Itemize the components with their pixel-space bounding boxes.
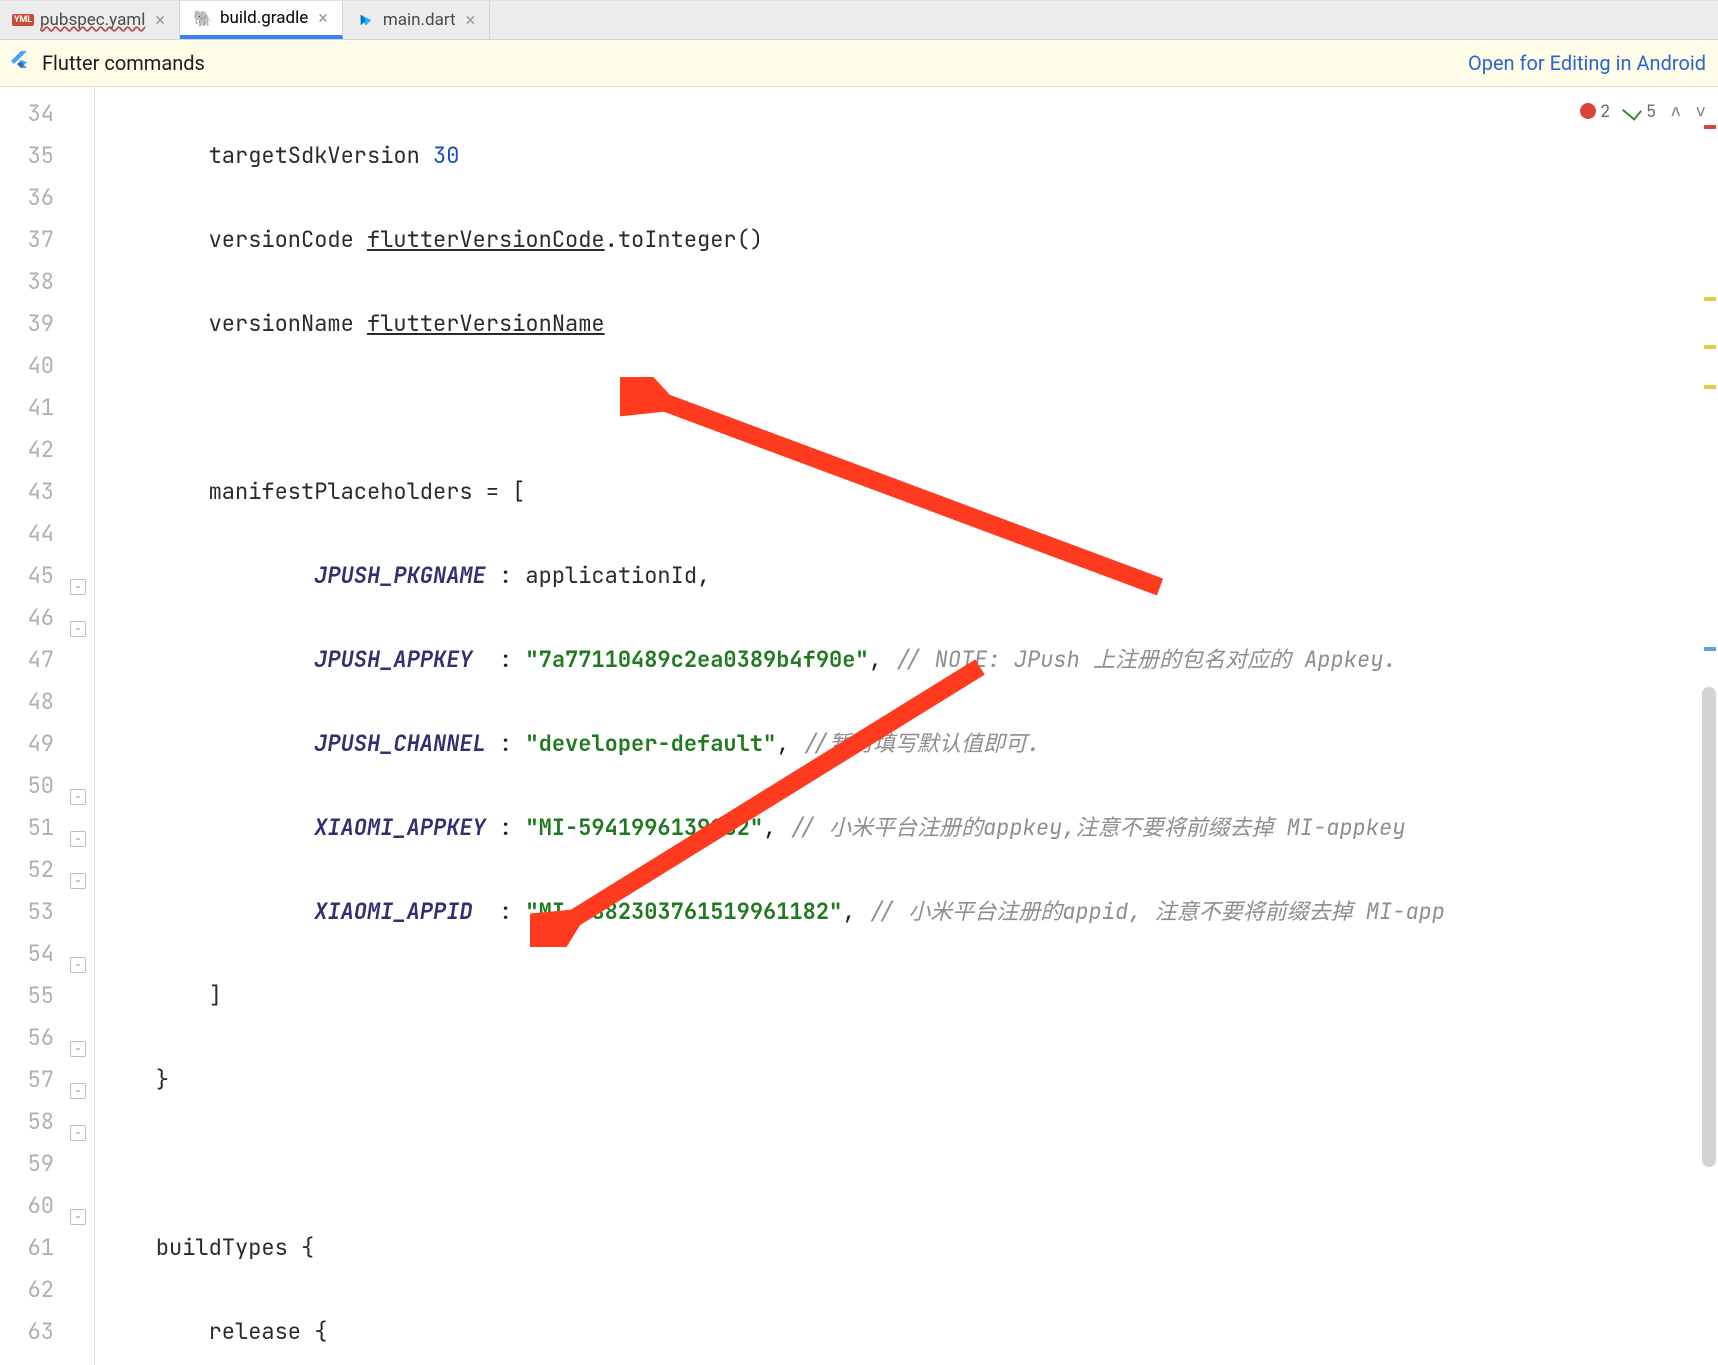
yaml-file-icon: YML: [14, 11, 32, 29]
code-text: .toInteger(): [605, 225, 763, 254]
tab-label: pubspec.yaml: [40, 10, 145, 30]
line-number: 58: [0, 1101, 64, 1143]
fold-toggle-icon[interactable]: −: [70, 831, 86, 847]
code-text: versionName: [209, 309, 367, 338]
line-number: 42: [0, 429, 64, 471]
warning-marker[interactable]: [1704, 385, 1716, 389]
tab-label: build.gradle: [220, 8, 308, 28]
code-text: buildTypes: [156, 1233, 301, 1262]
info-marker[interactable]: [1704, 647, 1716, 651]
fold-column: − − − − − − − − − −: [64, 87, 95, 1365]
map-key: JPUSH_CHANNEL: [314, 729, 486, 758]
tab-build-gradle[interactable]: 🐘 build.gradle ×: [180, 1, 343, 39]
code-content[interactable]: targetSdkVersion 30 versionCode flutterV…: [95, 87, 1718, 1365]
line-number-gutter: 3435363738394041424344454647484950515253…: [0, 87, 64, 1365]
code-text: versionCode: [209, 225, 367, 254]
tab-main-dart[interactable]: main.dart ×: [343, 1, 490, 39]
fold-toggle-icon[interactable]: −: [70, 957, 86, 973]
code-number: 30: [433, 141, 459, 170]
line-number: 57: [0, 1059, 64, 1101]
code-text: manifestPlaceholders = [: [209, 477, 526, 506]
open-in-android-link[interactable]: Open for Editing in Android: [1468, 51, 1706, 75]
map-value: "MI-2882303761519961182": [525, 897, 842, 926]
warning-count[interactable]: 5: [1624, 91, 1656, 133]
code-text: targetSdkVersion: [209, 141, 433, 170]
line-number: 38: [0, 261, 64, 303]
fold-toggle-icon[interactable]: −: [70, 1209, 86, 1225]
line-number: 43: [0, 471, 64, 513]
code-comment: // 小米平台注册的appkey,注意不要将前缀去掉 MI-appkey: [789, 813, 1405, 842]
code-comment: // 小米平台注册的appid, 注意不要将前缀去掉 MI-app: [869, 897, 1445, 926]
line-number: 40: [0, 345, 64, 387]
fold-toggle-icon[interactable]: −: [70, 1125, 86, 1141]
fold-toggle-icon[interactable]: −: [70, 1041, 86, 1057]
fold-toggle-icon[interactable]: −: [70, 621, 86, 637]
close-icon[interactable]: ×: [466, 10, 476, 31]
line-number: 47: [0, 639, 64, 681]
line-number: 36: [0, 177, 64, 219]
line-number: 45: [0, 555, 64, 597]
banner-title: Flutter commands: [42, 51, 205, 75]
inspection-indicators: 2 5 ∧ ∨: [1580, 91, 1706, 133]
vertical-scrollbar[interactable]: [1702, 687, 1716, 1167]
line-number: 54: [0, 933, 64, 975]
line-number: 37: [0, 219, 64, 261]
line-number: 49: [0, 723, 64, 765]
line-number: 55: [0, 975, 64, 1017]
dart-file-icon: [357, 11, 375, 29]
map-value: "developer-default": [525, 729, 776, 758]
line-number: 41: [0, 387, 64, 429]
line-number: 60: [0, 1185, 64, 1227]
line-number: 62: [0, 1269, 64, 1311]
warning-marker[interactable]: [1704, 345, 1716, 349]
code-text: release: [209, 1317, 315, 1346]
code-ref: flutterVersionName: [367, 309, 605, 338]
map-value: applicationId: [525, 561, 697, 590]
line-number: 51: [0, 807, 64, 849]
code-comment: // NOTE: JPush 上注册的包名对应的 Appkey.: [895, 645, 1397, 674]
code-ref: flutterVersionCode: [367, 225, 605, 254]
close-icon[interactable]: ×: [318, 8, 328, 29]
code-editor[interactable]: 2 5 ∧ ∨ 34353637383940414243444546474849…: [0, 87, 1718, 1365]
map-key: XIAOMI_APPKEY: [314, 813, 486, 842]
prev-highlight-icon[interactable]: ∧: [1670, 91, 1681, 133]
line-number: 44: [0, 513, 64, 555]
line-number: 46: [0, 597, 64, 639]
error-count[interactable]: 2: [1580, 91, 1610, 133]
fold-toggle-icon[interactable]: −: [70, 579, 86, 595]
map-key: XIAOMI_APPID: [314, 897, 472, 926]
editor-tabbar: YML pubspec.yaml × 🐘 build.gradle × main…: [0, 1, 1718, 40]
map-key: JPUSH_APPKEY: [314, 645, 472, 674]
flutter-logo-icon: [8, 49, 32, 78]
code-comment: //暂时填写默认值即可.: [803, 729, 1041, 758]
line-number: 61: [0, 1227, 64, 1269]
fold-toggle-icon[interactable]: −: [70, 873, 86, 889]
tab-label: main.dart: [383, 10, 456, 30]
line-number: 59: [0, 1143, 64, 1185]
tab-pubspec[interactable]: YML pubspec.yaml ×: [0, 1, 180, 39]
gradle-file-icon: 🐘: [194, 9, 212, 27]
line-number: 34: [0, 93, 64, 135]
flutter-commands-banner: Flutter commands Open for Editing in And…: [0, 40, 1718, 87]
line-number: 39: [0, 303, 64, 345]
warning-marker[interactable]: [1704, 297, 1716, 301]
line-number: 50: [0, 765, 64, 807]
line-number: 56: [0, 1017, 64, 1059]
map-key: JPUSH_PKGNAME: [314, 561, 486, 590]
next-highlight-icon[interactable]: ∨: [1695, 91, 1706, 133]
fold-toggle-icon[interactable]: −: [70, 1083, 86, 1099]
line-number: 48: [0, 681, 64, 723]
close-icon[interactable]: ×: [155, 10, 165, 31]
line-number: 52: [0, 849, 64, 891]
map-value: "MI-5941996139182": [525, 813, 763, 842]
fold-toggle-icon[interactable]: −: [70, 789, 86, 805]
line-number: 53: [0, 891, 64, 933]
line-number: 63: [0, 1311, 64, 1353]
map-value: "7a77110489c2ea0389b4f90e": [525, 645, 868, 674]
line-number: 35: [0, 135, 64, 177]
